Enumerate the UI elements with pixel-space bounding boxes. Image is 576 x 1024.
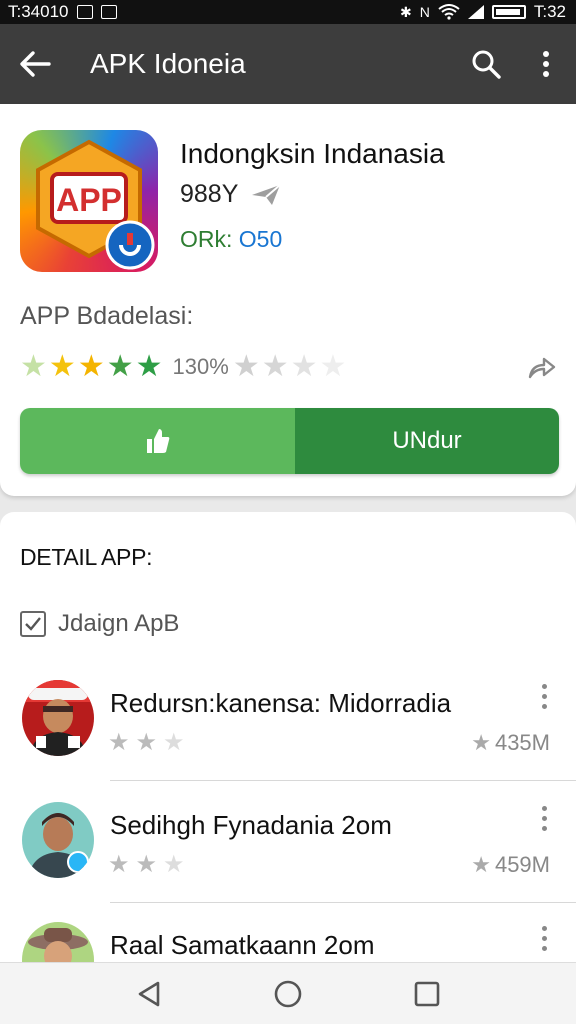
app-meta: ORk: O50 [180, 226, 282, 253]
back-button[interactable] [0, 24, 70, 104]
divider [110, 902, 576, 903]
app-name: Indongksin Indanasia [180, 138, 445, 169]
star-empty-icon: ★ [261, 350, 289, 383]
app-logo: APP [36, 139, 155, 270]
list-item-stars: ★ ★ ★ [108, 728, 185, 757]
star-empty-icon: ★ [232, 350, 260, 383]
status-time-left: T:34010 [8, 2, 69, 21]
nav-home-icon [274, 980, 302, 1007]
star-icon: ★ [20, 350, 47, 383]
thumbs-up-icon [146, 429, 169, 453]
nav-recents-icon [414, 981, 439, 1006]
star-icon: ★ [77, 350, 105, 383]
avatar [22, 922, 94, 962]
star-icon: ★ [471, 852, 491, 877]
search-icon [472, 50, 501, 79]
app-icon[interactable]: APP [20, 130, 158, 272]
share-icon [528, 357, 556, 379]
status-bar: T:34010 ✱ N T:32 [0, 0, 576, 24]
list-item-title: Raal Samatkaann 2om [110, 930, 375, 960]
detail-card: DETAIL APP: Jdaign ApB Redursn:kanensa: … [0, 512, 576, 962]
app-icon-text: APP [56, 182, 122, 218]
nav-recents-button[interactable] [397, 963, 457, 1024]
notification-icon [76, 5, 93, 19]
nav-back-button[interactable] [119, 963, 179, 1024]
star-empty-icon: ★ [290, 350, 318, 383]
detail-title: DETAIL APP: [20, 544, 153, 570]
star-icon: ★ [135, 851, 158, 878]
battery-icon [491, 5, 526, 19]
star-icon: ★ [135, 729, 158, 756]
system-nav-bar [0, 962, 576, 1024]
avatar [22, 680, 94, 756]
search-button[interactable] [456, 24, 516, 104]
more-vert-icon[interactable] [534, 806, 554, 831]
list-item-size: ★ 459M [471, 852, 550, 878]
nfc-icon: N [419, 4, 430, 20]
rating-row: ★ ★ ★ ★ ★ 130% ★ ★ ★ ★ [20, 350, 556, 384]
image-notification-icon [100, 5, 117, 19]
star-icon: ★ [108, 729, 130, 756]
list-item-size: ★ 435M [471, 730, 550, 756]
checkbox-label: Jdaign ApB [58, 610, 180, 637]
design-app-checkbox-row[interactable]: Jdaign ApB [20, 610, 179, 638]
app-meta-blue: O50 [238, 226, 283, 252]
bluetooth-icon: ✱ [400, 3, 412, 20]
wifi-icon [438, 4, 460, 20]
like-button[interactable] [20, 408, 295, 474]
app-bar: APK Idoneia [0, 24, 576, 104]
back-arrow-icon [20, 51, 51, 77]
star-icon: ★ [135, 350, 163, 383]
more-vert-icon[interactable] [534, 684, 554, 709]
checkbox[interactable] [20, 611, 46, 637]
list-item-stars: ★ ★ ★ [108, 850, 185, 879]
star-empty-icon: ★ [163, 729, 185, 756]
status-time-right: T:32 [533, 2, 566, 21]
nav-home-button[interactable] [258, 963, 318, 1024]
divider [110, 780, 576, 781]
app-section-label: APP Bdadelasi: [20, 302, 194, 330]
more-options-button[interactable] [516, 24, 576, 104]
list-item-title: Redursn:kanensa: Midorradia [110, 688, 452, 718]
check-icon [25, 617, 41, 631]
list-item-title: Sedihgh Fynadania 2om [110, 810, 392, 840]
send-icon[interactable] [250, 183, 282, 207]
star-empty-icon: ★ [319, 350, 347, 383]
star-icon: ★ [106, 350, 134, 383]
more-vert-icon [543, 51, 549, 77]
download-label[interactable]: UNdur [295, 408, 559, 474]
list-item[interactable]: Raal Samatkaann 2om [0, 922, 576, 962]
list-item[interactable]: Redursn:kanensa: Midorradia ★ ★ ★ ★ 435M [0, 680, 576, 802]
signal-icon [467, 5, 484, 19]
app-bar-title: APK Idoneia [90, 48, 246, 79]
rating-percentage: 130% [172, 354, 229, 379]
app-header-card: APP Indongksin Indanasia 988Y ORk: O50 A… [0, 104, 576, 496]
app-version-row: 988Y [180, 180, 282, 209]
star-icon: ★ [471, 730, 491, 755]
list-item-size-value: 459M [494, 852, 550, 877]
nav-back-icon [139, 981, 160, 1006]
more-vert-icon[interactable] [534, 926, 554, 951]
avatar [22, 802, 94, 878]
star-icon: ★ [108, 851, 130, 878]
list-item[interactable]: Sedihgh Fynadania 2om ★ ★ ★ ★ 459M [0, 802, 576, 924]
share-button[interactable] [526, 355, 556, 379]
app-version: 988Y [180, 180, 239, 208]
star-icon: ★ [48, 350, 76, 383]
app-meta-green: ORk: [180, 226, 233, 252]
download-button[interactable]: UNdur [20, 408, 559, 474]
star-empty-icon: ★ [163, 851, 185, 878]
list-item-size-value: 435M [494, 730, 550, 755]
